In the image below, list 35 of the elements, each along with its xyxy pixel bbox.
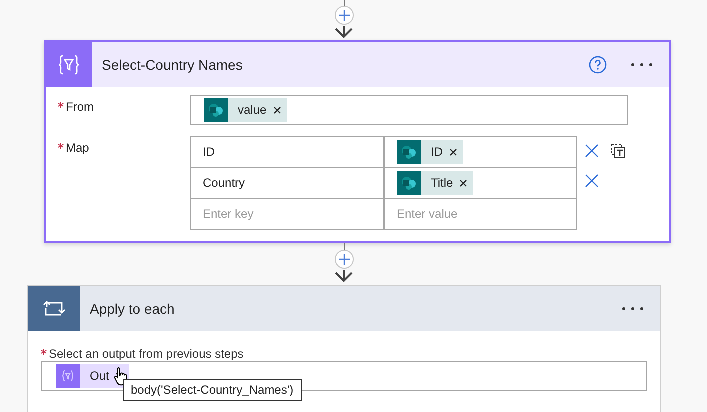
sharepoint-icon — [204, 98, 228, 122]
sharepoint-icon — [397, 171, 421, 195]
add-step-button[interactable] — [334, 250, 354, 269]
sharepoint-icon — [397, 140, 421, 164]
text-mode-icon[interactable] — [611, 144, 626, 158]
value-field[interactable]: Title — [383, 168, 576, 198]
card-title: Select-Country Names — [102, 56, 243, 72]
dynamic-token[interactable]: ID — [397, 140, 463, 164]
down-arrow-icon — [334, 270, 354, 282]
field-label: From — [58, 95, 190, 125]
remove-icon[interactable] — [274, 106, 281, 114]
from-field[interactable]: value — [190, 95, 628, 125]
value-field[interactable]: ID — [383, 137, 576, 167]
card-title: Apply to each — [90, 300, 175, 316]
help-icon[interactable] — [589, 56, 607, 74]
key-field[interactable]: ID — [191, 137, 383, 167]
key-field[interactable]: Enter key — [203, 207, 353, 221]
delete-icon[interactable] — [585, 174, 599, 188]
remove-icon[interactable] — [450, 148, 457, 156]
more-options-icon[interactable] — [622, 306, 644, 310]
add-step-button[interactable] — [334, 6, 354, 25]
dynamic-token[interactable]: value — [204, 98, 287, 122]
dynamic-token[interactable]: Title — [397, 171, 474, 195]
field-label: Map — [58, 136, 190, 230]
plus-icon — [338, 254, 350, 265]
plus-icon — [338, 10, 350, 21]
value-field[interactable]: Enter value — [397, 207, 547, 221]
remove-icon[interactable] — [460, 180, 468, 186]
more-options-icon[interactable] — [631, 62, 653, 66]
tooltip: body('Select-Country_Names') — [123, 379, 302, 401]
delete-icon[interactable] — [585, 144, 599, 158]
field-label: Select an output from previous steps — [41, 347, 660, 361]
filter-braces-icon — [56, 364, 80, 388]
down-arrow-icon — [334, 26, 354, 38]
key-field[interactable]: Country — [191, 168, 383, 198]
